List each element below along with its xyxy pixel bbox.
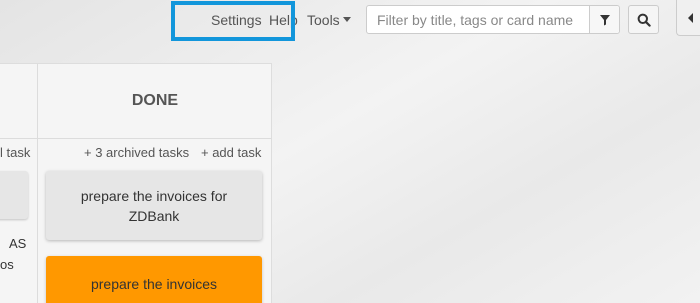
filter-button[interactable] [589,6,619,33]
task-card-title: prepare the invoices [90,276,218,292]
tools-label: Tools [307,12,340,28]
task-card-title: prepare the invoices for ZDBank [80,187,228,224]
search-button[interactable] [628,5,659,34]
filter-icon [599,14,610,25]
column-title-done: DONE [131,92,179,109]
task-card[interactable]: prepare the invoices for ZDBank [46,171,262,240]
top-navigation: Settings Help Tools [0,0,700,41]
previous-column-card-text: AS [9,236,27,251]
column-header-separator [0,138,272,139]
previous-column-add-task-link[interactable]: l task [0,145,30,160]
add-task-link[interactable]: + add task [201,145,261,160]
highlight-box [171,1,295,41]
chevron-left-icon [688,12,693,23]
caret-down-icon [342,17,351,22]
previous-column-card-text: os [0,257,14,272]
archived-tasks-link[interactable]: + 3 archived tasks [84,145,189,160]
previous-column-card[interactable] [0,171,28,219]
sidebar-toggle-button[interactable] [676,0,700,36]
search-icon [637,13,651,27]
search-input[interactable] [367,6,589,33]
task-card[interactable]: prepare the invoices [46,256,262,303]
tools-dropdown[interactable]: Tools [307,12,351,28]
search-group [366,5,620,34]
kanban-board: DONE l task + 3 archived tasks + add tas… [0,63,272,303]
